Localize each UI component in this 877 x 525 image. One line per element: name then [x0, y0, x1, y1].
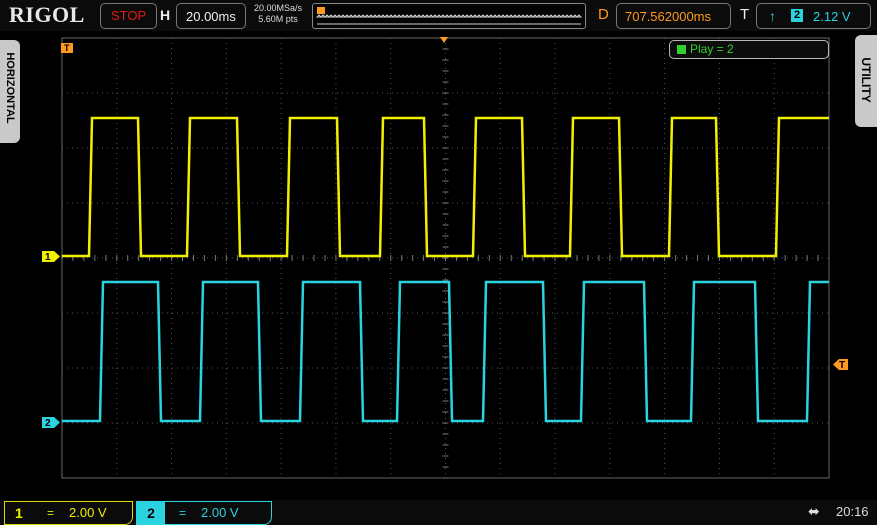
ch2-ground-marker[interactable]: 2 [42, 417, 60, 429]
ch1-settings[interactable]: 1 = 2.00 V [4, 501, 133, 525]
trigger-level-marker[interactable]: T [833, 359, 848, 371]
svg-text:T: T [839, 360, 845, 371]
ch1-ground-marker[interactable]: 1 [42, 251, 60, 263]
svg-text:T: T [64, 43, 70, 53]
waveform-display[interactable]: 1 2 T T [0, 0, 877, 525]
ch1-number: 1 [15, 505, 23, 521]
graticule-grid [61, 37, 830, 479]
ch2-waveform [62, 280, 829, 423]
ch2-scale: 2.00 V [201, 505, 239, 520]
usb-icon: ⬌ [808, 503, 820, 519]
clock: 20:16 [836, 504, 869, 519]
ch2-settings[interactable]: 2 = 2.00 V [136, 501, 272, 525]
trigger-position-marker [440, 37, 448, 43]
horizontal-offset-marker[interactable]: T [61, 43, 73, 53]
ch2-coupling: = [179, 506, 187, 520]
svg-text:2: 2 [45, 418, 51, 429]
play-icon [677, 45, 686, 54]
ch1-scale: 2.00 V [69, 505, 107, 520]
ch1-coupling: = [47, 506, 55, 520]
play-status-indicator: Play = 2 [669, 40, 829, 59]
bottom-status-bar: 1 = 2.00 V 2 = 2.00 V ⬌ 20:16 [0, 500, 877, 525]
ch2-number: 2 [137, 502, 165, 524]
play-status-text: Play = 2 [690, 42, 734, 56]
svg-text:1: 1 [45, 252, 51, 263]
